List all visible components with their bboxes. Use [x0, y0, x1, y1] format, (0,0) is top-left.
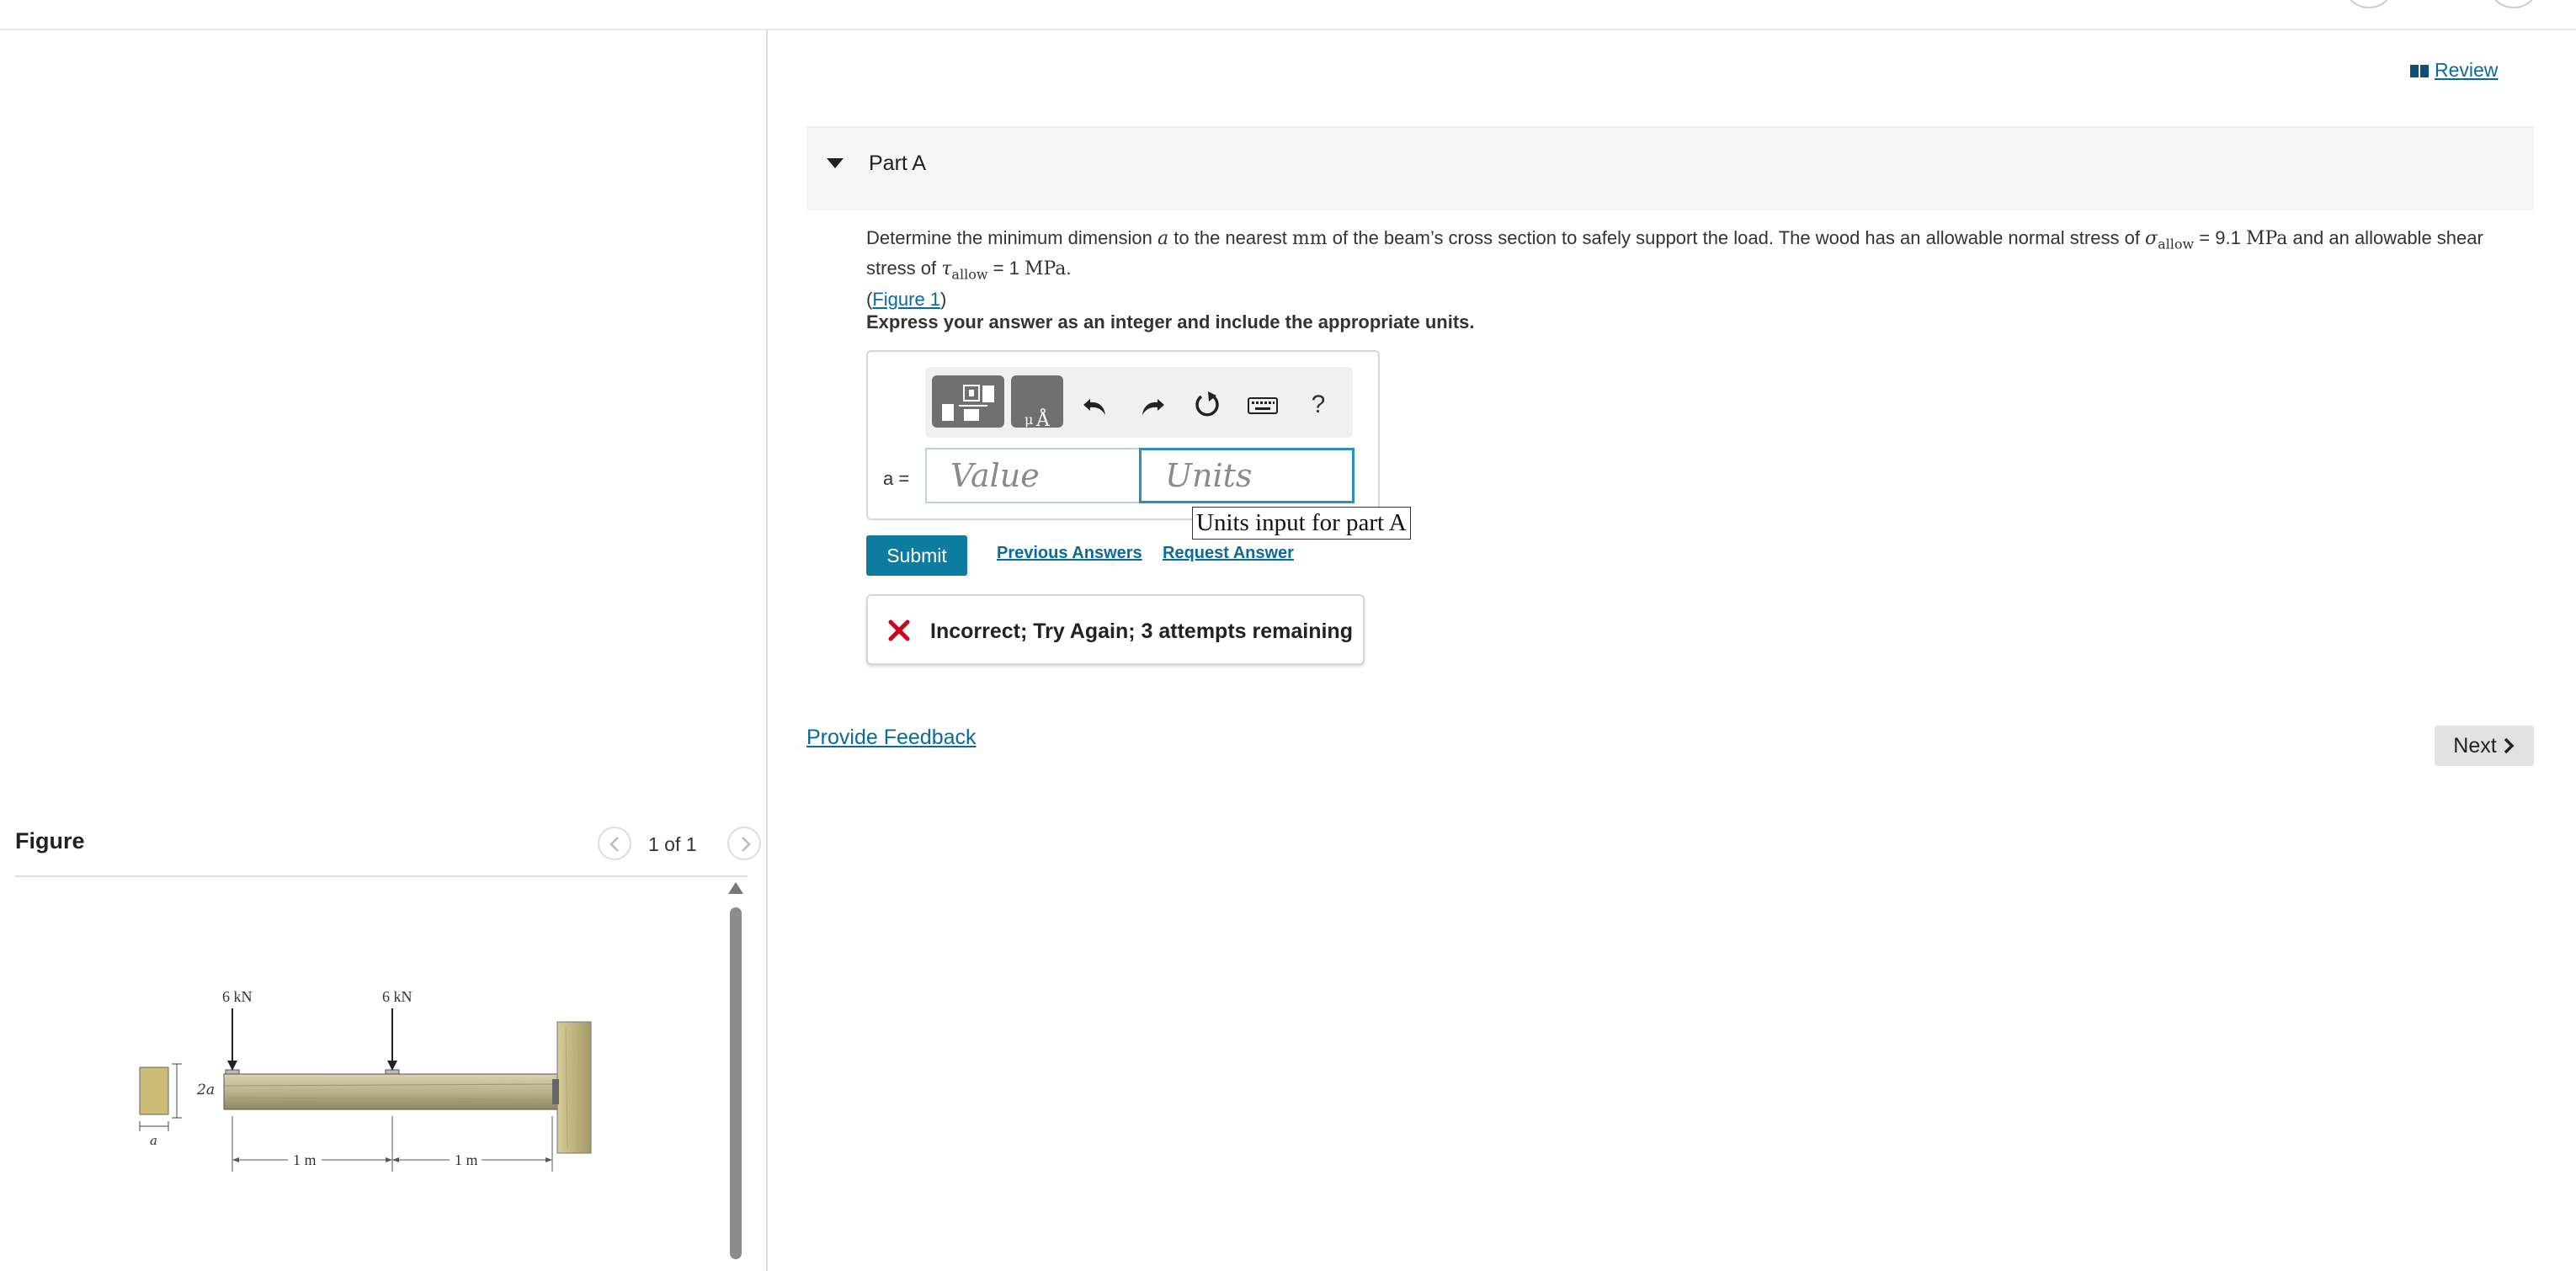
- keyboard-button[interactable]: [1247, 389, 1279, 421]
- part-a-header[interactable]: Part A: [806, 126, 2534, 210]
- undo-button[interactable]: [1080, 389, 1112, 421]
- feedback-message: Incorrect; Try Again; 3 attempts remaini…: [866, 594, 1365, 665]
- close-x-icon: [888, 620, 910, 641]
- review-label: Review: [2435, 59, 2499, 81]
- figure-prev-button[interactable]: [598, 827, 631, 860]
- dim-label-width: a: [150, 1133, 157, 1148]
- load-label-1: 6 kN: [222, 988, 253, 1005]
- math-toolbar: μ Å ?: [925, 367, 1353, 438]
- figure-1-link[interactable]: Figure 1: [872, 289, 940, 310]
- feedback-text: Incorrect; Try Again; 3 attempts remaini…: [930, 620, 1353, 643]
- fixed-wall: [556, 1021, 592, 1154]
- previous-answers-link[interactable]: Previous Answers: [997, 544, 1142, 563]
- beam-figure: 2a a 6 kN 6 kN 1 m 1 m: [139, 988, 592, 1172]
- templates-button[interactable]: [932, 375, 1004, 428]
- answer-box: μ Å ? a = Value Units: [866, 350, 1380, 520]
- svg-text:Å: Å: [1035, 407, 1051, 428]
- book-icon: [2410, 64, 2429, 77]
- span-label-1: 1 m: [293, 1151, 317, 1168]
- dim-label-height: 2a: [196, 1082, 215, 1098]
- chevron-right-icon: [742, 837, 751, 852]
- undo-icon: [1083, 399, 1105, 415]
- provide-feedback-link[interactable]: Provide Feedback: [806, 726, 977, 750]
- figure-pager: 1 of 1: [648, 833, 697, 855]
- help-button[interactable]: ?: [1302, 389, 1334, 421]
- redo-icon: [1142, 399, 1164, 415]
- scroll-thumb[interactable]: [730, 907, 742, 1259]
- next-button[interactable]: Next: [2435, 726, 2534, 766]
- svg-text:μ: μ: [1025, 412, 1033, 428]
- top-toolbar-button[interactable]: [2347, 0, 2391, 8]
- variable-label: a =: [883, 468, 910, 489]
- next-label: Next: [2453, 733, 2497, 758]
- part-title: Part A: [869, 152, 927, 175]
- load-label-2: 6 kN: [382, 988, 412, 1005]
- cross-section: [139, 1066, 169, 1115]
- scroll-up-icon[interactable]: [728, 882, 743, 894]
- angstrom-icon: μ Å: [1025, 407, 1051, 431]
- problem-statement: Determine the minimum dimension a to the…: [866, 227, 2483, 310]
- units-tooltip: Units input for part A: [1192, 507, 1411, 540]
- request-answer-link[interactable]: Request Answer: [1163, 544, 1294, 563]
- templates-icon: [942, 385, 994, 421]
- review-link[interactable]: Review: [2409, 59, 2498, 82]
- units-symbols-button[interactable]: μ Å: [1011, 375, 1063, 431]
- keyboard-icon: [1248, 397, 1278, 414]
- value-input[interactable]: [925, 448, 1142, 503]
- reset-button[interactable]: [1191, 389, 1223, 421]
- chevron-right-icon: [2504, 737, 2515, 754]
- beam: [223, 1073, 558, 1110]
- figure-scrollbar[interactable]: [726, 880, 746, 1263]
- reset-icon: [1195, 391, 1219, 417]
- top-toolbar-button[interactable]: [2492, 0, 2536, 8]
- figure-next-button[interactable]: [727, 827, 761, 860]
- span-label-2: 1 m: [455, 1151, 478, 1168]
- figure-title: Figure: [15, 828, 85, 854]
- caret-down-icon[interactable]: [827, 158, 844, 168]
- figure-header: Figure 1 of 1: [15, 791, 761, 877]
- units-input[interactable]: [1139, 448, 1355, 503]
- top-strip: [0, 0, 2576, 30]
- answer-instruction: Express your answer as an integer and in…: [866, 311, 1475, 332]
- submit-button[interactable]: Submit: [866, 535, 967, 576]
- redo-button[interactable]: [1136, 389, 1168, 421]
- chevron-left-icon: [609, 837, 619, 852]
